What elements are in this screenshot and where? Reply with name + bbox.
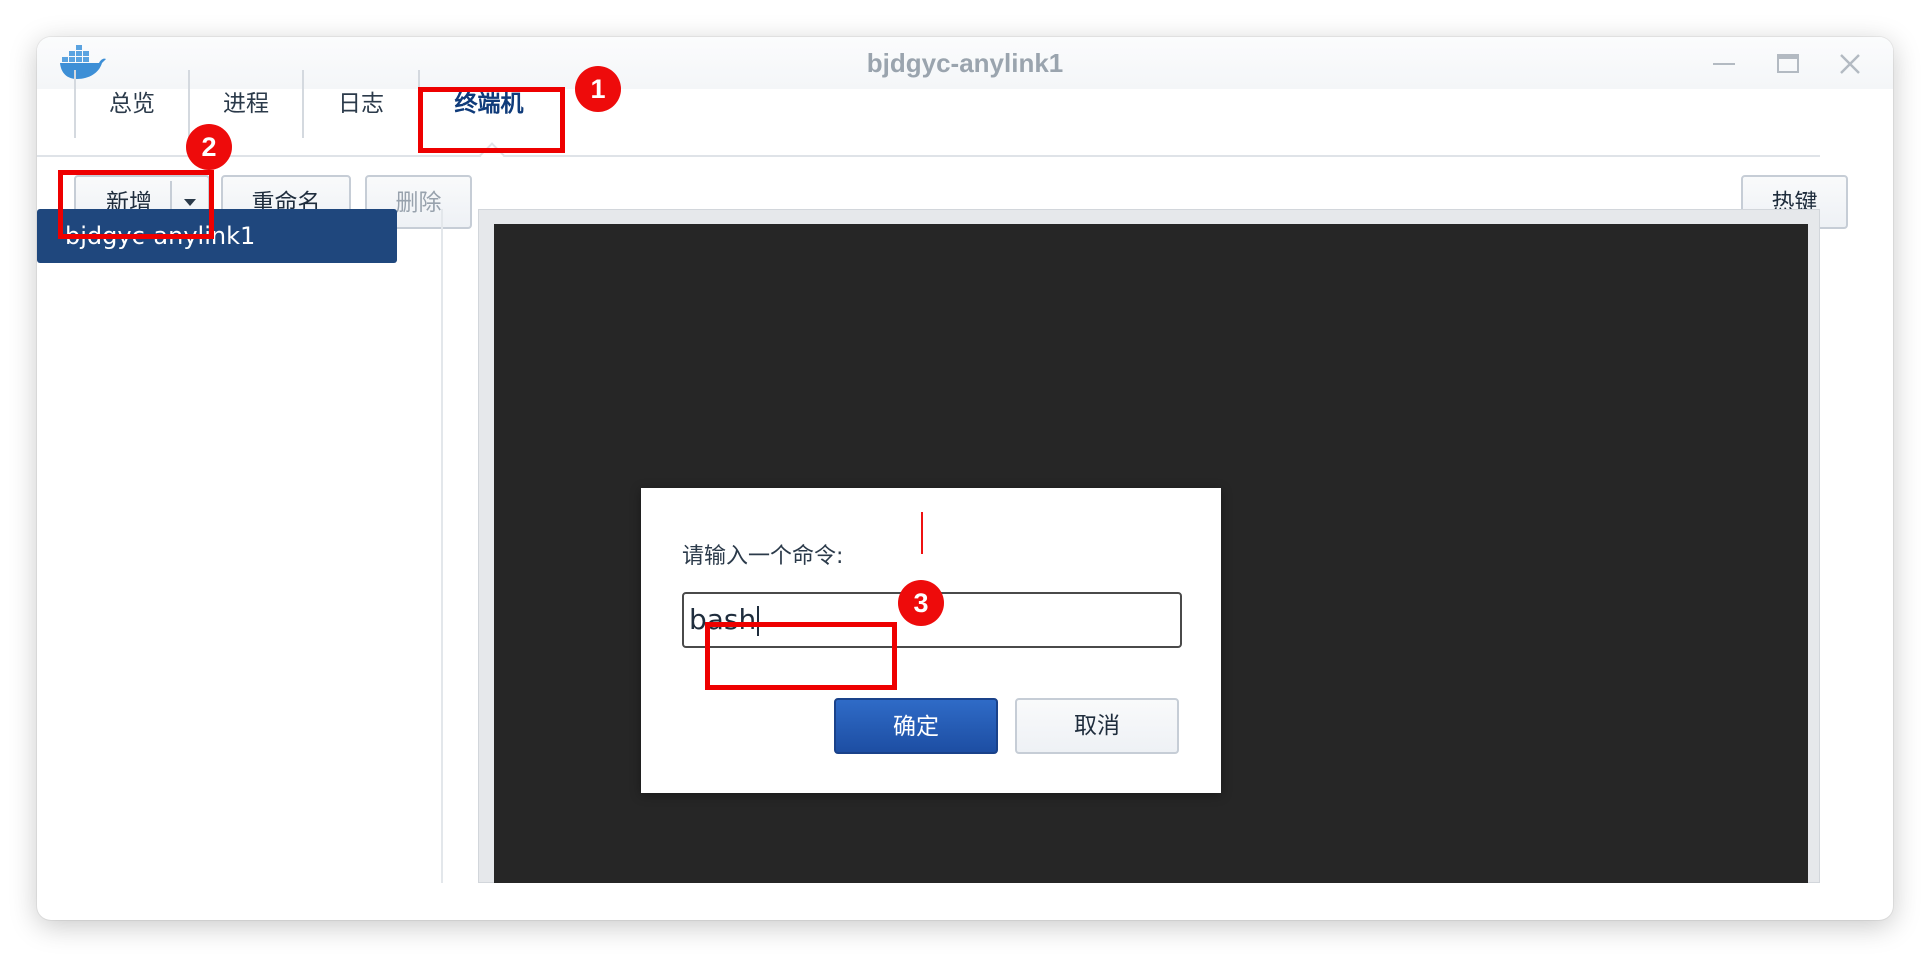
annotation-badge-3: 3 bbox=[898, 580, 944, 626]
cancel-button[interactable]: 取消 bbox=[1015, 698, 1179, 754]
annotation-box-1 bbox=[418, 87, 565, 153]
annotation-marker-line bbox=[921, 512, 923, 554]
annotation-badge-2: 2 bbox=[186, 124, 232, 170]
close-icon[interactable] bbox=[1837, 51, 1863, 77]
tab-logs[interactable]: 日志 bbox=[302, 70, 418, 138]
ok-button[interactable]: 确定 bbox=[834, 698, 998, 754]
annotation-badge-1: 1 bbox=[575, 66, 621, 112]
command-prompt-label: 请输入一个命令: bbox=[682, 544, 844, 569]
annotation-box-3 bbox=[705, 622, 897, 690]
annotation-box-2 bbox=[58, 170, 214, 239]
tab-bar: 总览 进程 日志 终端机 bbox=[37, 52, 1820, 168]
tab-overview[interactable]: 总览 bbox=[74, 70, 188, 138]
panel-divider bbox=[441, 209, 443, 883]
